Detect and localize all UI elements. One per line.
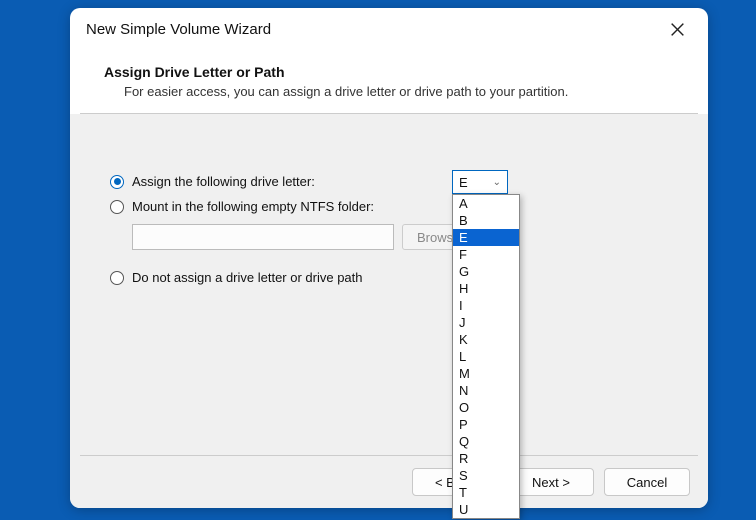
cancel-button[interactable]: Cancel xyxy=(604,468,690,496)
drive-option-I[interactable]: I xyxy=(453,297,519,314)
drive-option-H[interactable]: H xyxy=(453,280,519,297)
drive-option-E[interactable]: E xyxy=(453,229,519,246)
drive-option-U[interactable]: U xyxy=(453,501,519,518)
close-button[interactable] xyxy=(666,18,688,40)
drive-option-G[interactable]: G xyxy=(453,263,519,280)
drive-option-T[interactable]: T xyxy=(453,484,519,501)
radio-no-assign[interactable] xyxy=(110,271,124,285)
drive-option-K[interactable]: K xyxy=(453,331,519,348)
drive-letter-dropdown[interactable]: ABEFGHIJKLMNOPQRSTU xyxy=(452,194,520,519)
page-subheading: For easier access, you can assign a driv… xyxy=(104,84,674,99)
label-mount-folder: Mount in the following empty NTFS folder… xyxy=(132,199,374,214)
chevron-down-icon: ⌄ xyxy=(493,177,501,188)
radio-mount-folder[interactable] xyxy=(110,200,124,214)
drive-letter-select[interactable]: E ⌄ xyxy=(452,170,508,194)
drive-option-M[interactable]: M xyxy=(453,365,519,382)
option-no-assign[interactable]: Do not assign a drive letter or drive pa… xyxy=(110,270,676,285)
label-assign-letter: Assign the following drive letter: xyxy=(132,174,315,189)
window-title: New Simple Volume Wizard xyxy=(86,21,271,38)
drive-option-S[interactable]: S xyxy=(453,467,519,484)
drive-option-P[interactable]: P xyxy=(453,416,519,433)
radio-assign-letter[interactable] xyxy=(110,175,124,189)
drive-letter-select-wrap: E ⌄ xyxy=(452,170,508,194)
option-assign-letter[interactable]: Assign the following drive letter: xyxy=(110,174,676,189)
wizard-header: Assign Drive Letter or Path For easier a… xyxy=(70,48,708,113)
drive-option-N[interactable]: N xyxy=(453,382,519,399)
wizard-content: Assign the following drive letter: Mount… xyxy=(70,114,708,508)
drive-option-B[interactable]: B xyxy=(453,212,519,229)
drive-option-L[interactable]: L xyxy=(453,348,519,365)
label-no-assign: Do not assign a drive letter or drive pa… xyxy=(132,270,363,285)
mount-folder-row: Browse... xyxy=(132,224,676,250)
titlebar: New Simple Volume Wizard xyxy=(70,8,708,48)
wizard-dialog: New Simple Volume Wizard Assign Drive Le… xyxy=(70,8,708,508)
drive-letter-value: E xyxy=(459,175,468,190)
footer-divider xyxy=(80,455,698,456)
drive-option-J[interactable]: J xyxy=(453,314,519,331)
drive-option-Q[interactable]: Q xyxy=(453,433,519,450)
option-mount-folder[interactable]: Mount in the following empty NTFS folder… xyxy=(110,199,676,214)
page-heading: Assign Drive Letter or Path xyxy=(104,64,674,80)
folder-path-input[interactable] xyxy=(132,224,394,250)
drive-option-A[interactable]: A xyxy=(453,195,519,212)
next-button[interactable]: Next > xyxy=(508,468,594,496)
drive-option-O[interactable]: O xyxy=(453,399,519,416)
close-icon xyxy=(671,23,684,36)
drive-option-R[interactable]: R xyxy=(453,450,519,467)
drive-option-F[interactable]: F xyxy=(453,246,519,263)
